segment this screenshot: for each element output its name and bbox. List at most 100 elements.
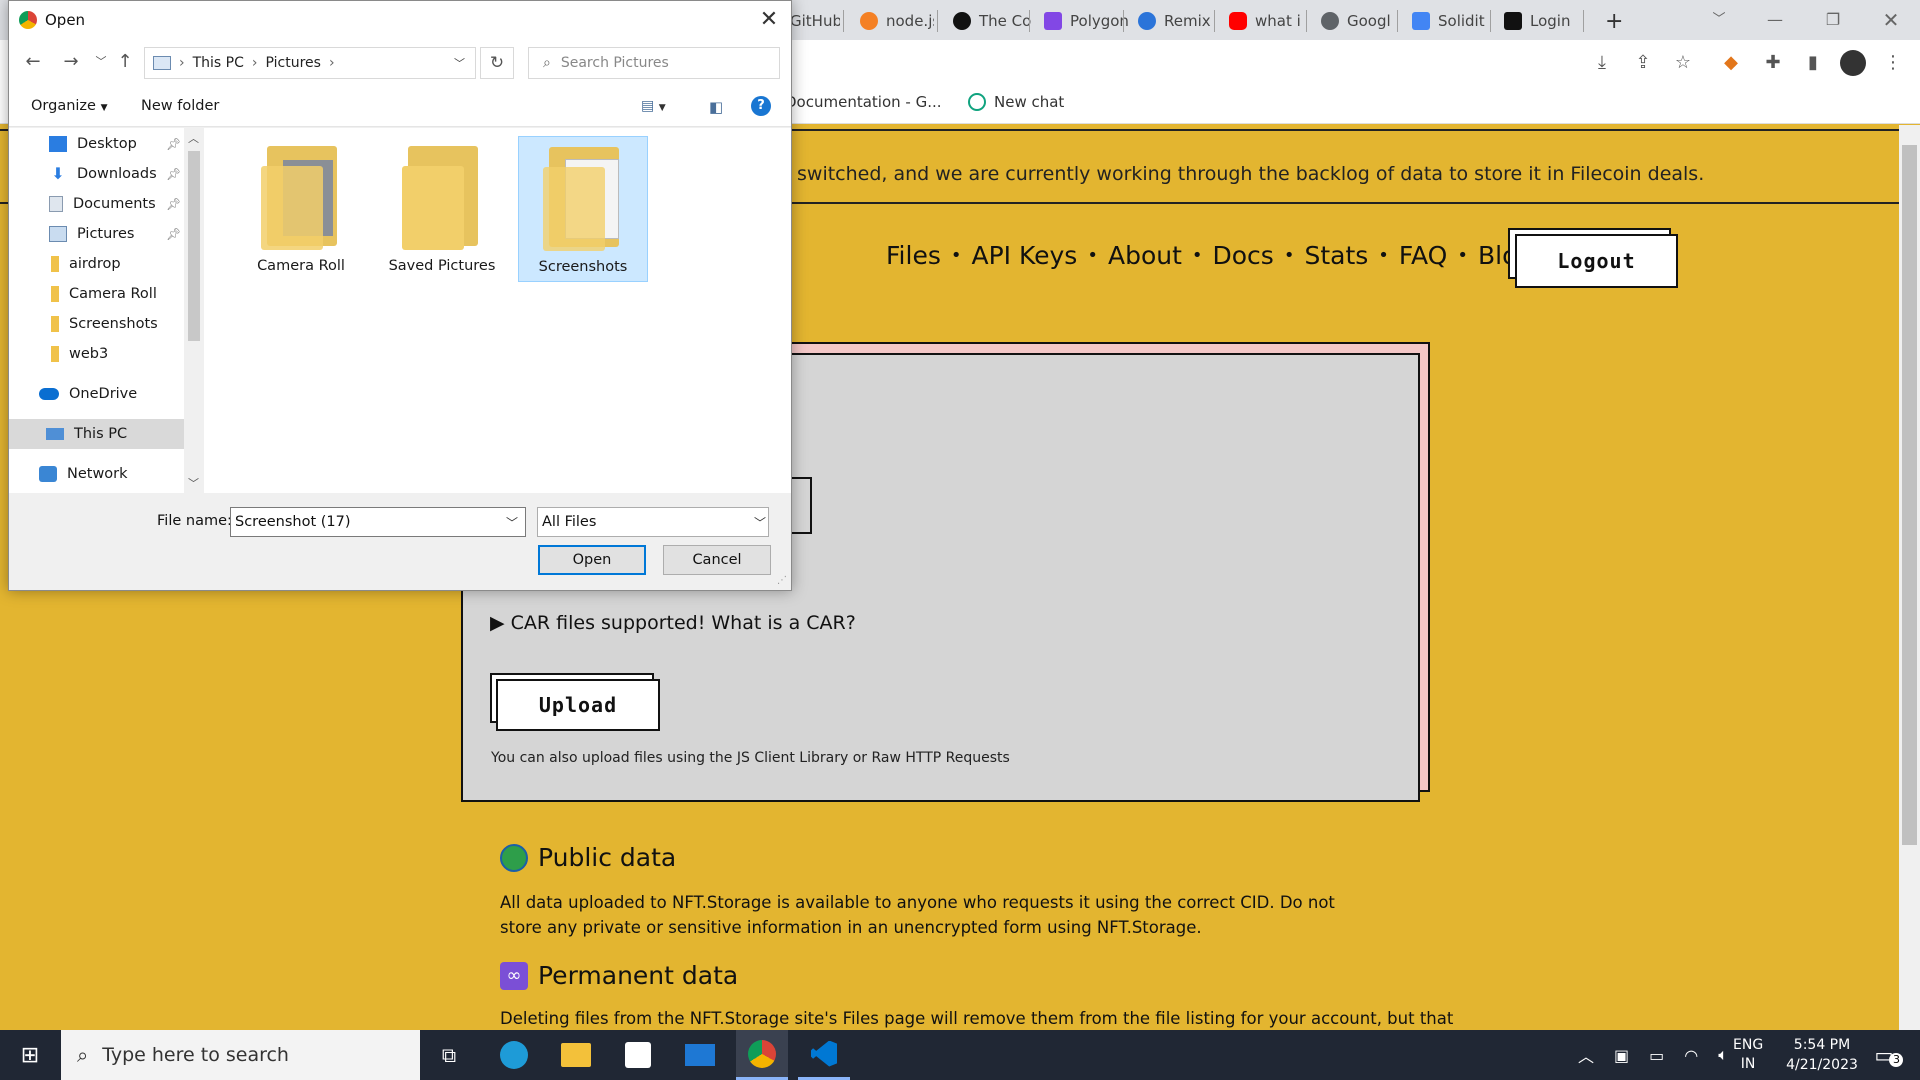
bookmark-new-chat[interactable]: New chat	[968, 93, 1064, 111]
address-dropdown-icon[interactable]: ﹀	[454, 55, 465, 71]
volume-icon[interactable]: 🔈︎	[1718, 1045, 1728, 1065]
tab-login[interactable]: Login	[1496, 6, 1586, 36]
nav-label: airdrop	[69, 256, 121, 272]
install-app-icon[interactable]: ⤓	[1589, 50, 1615, 76]
nav-faq[interactable]: FAQ	[1399, 241, 1447, 270]
navigation-scrollbar-thumb[interactable]	[188, 151, 200, 341]
nav-stats[interactable]: Stats	[1304, 241, 1368, 270]
chrome-menu-icon[interactable]: ⋮	[1880, 50, 1906, 76]
side-panel-icon[interactable]: ▮	[1800, 50, 1826, 76]
tab-remix[interactable]: Remix	[1130, 6, 1214, 36]
organize-menu[interactable]: Organize ▼	[31, 98, 108, 114]
task-view-icon[interactable]: ⧉	[426, 1030, 472, 1080]
dialog-close-icon[interactable]: ✕	[753, 5, 785, 35]
nav-files[interactable]: Files	[886, 241, 941, 270]
nav-this-pc[interactable]: This PC	[9, 419, 184, 449]
nav-docs[interactable]: Docs	[1213, 241, 1274, 270]
up-arrow-icon[interactable]: ↑	[113, 49, 137, 75]
tab-nodejs[interactable]: node.js	[852, 6, 934, 36]
cancel-button[interactable]: Cancel	[663, 545, 771, 575]
file-name-input[interactable]: Screenshot (17)	[230, 507, 526, 537]
search-pictures-input[interactable]: ⌕ Search Pictures	[528, 47, 780, 79]
folder-screenshots[interactable]: Screenshots	[518, 136, 648, 282]
car-files-disclosure[interactable]: ▶ CAR files supported! What is a CAR?	[490, 612, 856, 634]
page-scrollbar-thumb[interactable]	[1902, 145, 1917, 845]
folder-saved-pictures[interactable]: Saved Pictures	[377, 136, 507, 282]
file-name-dropdown-icon[interactable]: ﹀	[506, 514, 518, 531]
dialog-titlebar: Open ✕	[9, 1, 791, 39]
nav-camera-roll[interactable]: Camera Roll	[9, 279, 184, 309]
nav-web3[interactable]: web3	[9, 339, 184, 369]
nav-downloads[interactable]: ⬇ Downloads 📌︎	[9, 159, 184, 189]
tab-search-chevron-icon[interactable]: ﹀	[1696, 4, 1742, 36]
language-indicator[interactable]: ENG IN	[1733, 1030, 1763, 1080]
nav-pictures[interactable]: Pictures 📌︎	[9, 219, 184, 249]
file-type-dropdown-icon[interactable]: ﹀	[754, 514, 766, 531]
nav-about[interactable]: About	[1108, 241, 1182, 270]
file-type-select[interactable]: All Files	[537, 507, 769, 537]
tab-the-co[interactable]: The Co	[945, 6, 1037, 36]
view-options-icon[interactable]: ▤ ▼	[641, 98, 666, 114]
nav-api-keys[interactable]: API Keys	[971, 241, 1077, 270]
breadcrumb-pictures[interactable]: Pictures	[266, 55, 321, 71]
forward-arrow-icon[interactable]: →	[59, 49, 83, 75]
network-icon	[39, 466, 57, 482]
extensions-puzzle-icon[interactable]: ✚	[1760, 50, 1786, 76]
nav-screenshots[interactable]: Screenshots	[9, 309, 184, 339]
minimize-icon[interactable]: —	[1752, 4, 1798, 36]
recent-locations-chevron-icon[interactable]: ﹀	[89, 49, 113, 75]
tab-google[interactable]: Googl	[1313, 6, 1407, 36]
scroll-up-icon[interactable]: ︿	[188, 130, 199, 146]
resize-grip-icon[interactable]: ⋰	[777, 575, 787, 586]
nodejs-favicon-icon	[860, 12, 878, 30]
folder-camera-roll[interactable]: Camera Roll	[236, 136, 366, 282]
clock[interactable]: 5:54 PM 4/21/2023	[1776, 1030, 1868, 1080]
tab-solidity[interactable]: Solidit	[1404, 6, 1496, 36]
metamask-icon[interactable]: ◆	[1718, 50, 1744, 76]
upload-button[interactable]: Upload	[496, 679, 660, 731]
address-breadcrumb[interactable]: › This PC › Pictures › ﹀	[144, 47, 476, 79]
mail-icon[interactable]	[674, 1030, 726, 1080]
nav-airdrop[interactable]: airdrop	[9, 249, 184, 279]
preview-pane-icon[interactable]: ◧	[709, 98, 723, 116]
new-folder-button[interactable]: New folder	[141, 98, 219, 114]
refresh-icon[interactable]: ↻	[480, 47, 514, 79]
globe-favicon-icon	[1321, 12, 1339, 30]
open-button[interactable]: Open	[538, 545, 646, 575]
tab-label: Polygon	[1070, 12, 1129, 30]
meet-now-icon[interactable]: ▣	[1614, 1046, 1629, 1065]
help-icon[interactable]: ?	[751, 96, 771, 116]
notifications-button[interactable]: ▭ 3	[1868, 1030, 1910, 1080]
bookmark-documentation[interactable]: Documentation - G...	[785, 93, 942, 111]
logout-button[interactable]: Logout	[1515, 234, 1678, 288]
restore-icon[interactable]: ❐	[1810, 4, 1856, 36]
file-explorer-icon[interactable]	[550, 1030, 602, 1080]
back-arrow-icon[interactable]: ←	[21, 49, 45, 75]
taskbar-search[interactable]: ⌕ Type here to search	[61, 1030, 420, 1080]
window-close-icon[interactable]: ✕	[1868, 4, 1914, 36]
wifi-icon[interactable]: ◠	[1684, 1046, 1698, 1065]
vscode-icon[interactable]	[798, 1030, 850, 1080]
scroll-down-icon[interactable]: ﹀	[188, 475, 199, 491]
tab-separator	[937, 10, 938, 32]
nav-onedrive[interactable]: OneDrive	[9, 379, 184, 409]
breadcrumb-this-pc[interactable]: This PC	[193, 55, 244, 71]
chrome-taskbar-icon[interactable]	[736, 1030, 788, 1080]
windows-start-icon[interactable]: ⊞	[0, 1030, 60, 1080]
folder-icon	[51, 316, 59, 332]
tray-chevron-icon[interactable]: ︿	[1578, 1043, 1594, 1067]
bookmark-star-icon[interactable]: ☆	[1670, 50, 1696, 76]
new-tab-button[interactable]: +	[1597, 6, 1627, 36]
battery-icon[interactable]: ▭	[1649, 1046, 1664, 1065]
nav-documents[interactable]: Documents 📌︎	[9, 189, 184, 219]
nav-desktop[interactable]: Desktop 📌︎	[9, 129, 184, 159]
tab-label: GitHub	[790, 12, 840, 30]
tab-youtube[interactable]: what i	[1221, 6, 1309, 36]
profile-avatar[interactable]	[1840, 50, 1866, 76]
microsoft-store-icon[interactable]	[612, 1030, 664, 1080]
nav-label: Downloads	[77, 166, 157, 182]
share-icon[interactable]: ⇪	[1630, 50, 1656, 76]
edge-icon[interactable]	[488, 1030, 540, 1080]
nav-network[interactable]: Network	[9, 459, 184, 489]
tab-polygon[interactable]: Polygon	[1036, 6, 1130, 36]
